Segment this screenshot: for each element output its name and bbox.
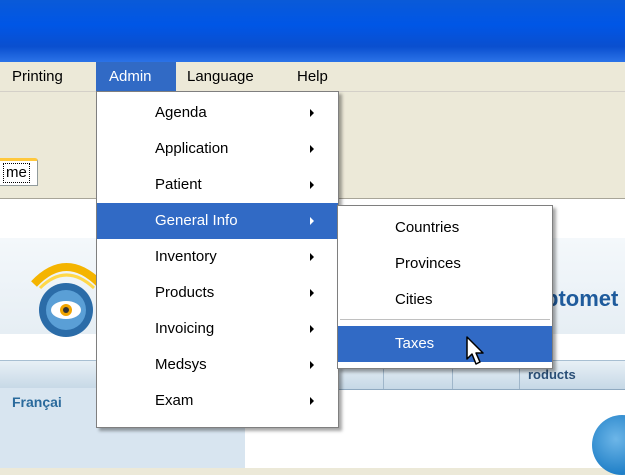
menu-item-label: Agenda — [155, 104, 207, 121]
general-info-submenu: Countries Provinces Cities Taxes — [337, 205, 553, 369]
menu-item-medsys[interactable]: Medsys — [97, 347, 338, 383]
submenu-item-label: Provinces — [395, 255, 461, 272]
submenu-arrow-icon — [310, 361, 314, 369]
admin-dropdown-menu: Agenda Application Patient General Info … — [96, 91, 339, 428]
menu-item-exam[interactable]: Exam — [97, 383, 338, 419]
menu-item-inventory[interactable]: Inventory — [97, 239, 338, 275]
submenu-item-provinces[interactable]: Provinces — [338, 246, 552, 282]
submenu-item-label: Taxes — [395, 335, 435, 352]
submenu-arrow-icon — [310, 325, 314, 333]
submenu-arrow-icon — [310, 289, 314, 297]
menu-item-label: Inventory — [155, 248, 217, 265]
submenu-arrow-icon — [310, 217, 314, 225]
menu-item-label: Application — [155, 140, 229, 157]
menu-item-label: Products — [155, 284, 215, 301]
submenu-item-label: Countries — [395, 219, 460, 236]
menu-item-products[interactable]: Products — [97, 275, 338, 311]
submenu-item-countries[interactable]: Countries — [338, 210, 552, 246]
submenu-item-label: Cities — [395, 291, 433, 308]
submenu-arrow-icon — [310, 145, 314, 153]
tab-home-label: me — [3, 163, 30, 183]
submenu-arrow-icon — [310, 253, 314, 261]
menu-item-invoicing[interactable]: Invoicing — [97, 311, 338, 347]
mouse-pointer-icon — [466, 336, 484, 365]
menu-item-label: Medsys — [155, 356, 207, 373]
nav-products-link[interactable]: roducts — [528, 367, 576, 382]
submenu-arrow-icon — [310, 397, 314, 405]
menu-item-label: General Info — [155, 212, 238, 229]
submenu-arrow-icon — [310, 109, 314, 117]
menu-item-label: Patient — [155, 176, 202, 193]
window-titlebar — [0, 0, 625, 62]
brand-name-fragment: ptomet — [545, 286, 619, 311]
language-link-francais[interactable]: Françai — [12, 394, 62, 410]
menu-bar: Printing Admin Language Help — [0, 62, 625, 92]
menu-printing[interactable]: Printing — [12, 62, 63, 91]
menu-help[interactable]: Help — [297, 62, 328, 91]
submenu-separator — [340, 319, 550, 320]
menu-item-patient[interactable]: Patient — [97, 167, 338, 203]
menu-item-label: Invoicing — [155, 320, 215, 337]
menu-item-agenda[interactable]: Agenda — [97, 95, 338, 131]
menu-admin[interactable]: Admin — [96, 62, 176, 91]
submenu-item-cities[interactable]: Cities — [338, 282, 552, 318]
menu-item-label: Exam — [155, 392, 194, 409]
menu-language[interactable]: Language — [187, 62, 254, 91]
menu-item-application[interactable]: Application — [97, 131, 338, 167]
tab-home[interactable]: me — [0, 158, 38, 186]
eye-logo-icon — [31, 263, 103, 337]
menu-item-general-info[interactable]: General Info — [97, 203, 338, 239]
submenu-arrow-icon — [310, 181, 314, 189]
submenu-item-taxes[interactable]: Taxes — [338, 326, 552, 362]
